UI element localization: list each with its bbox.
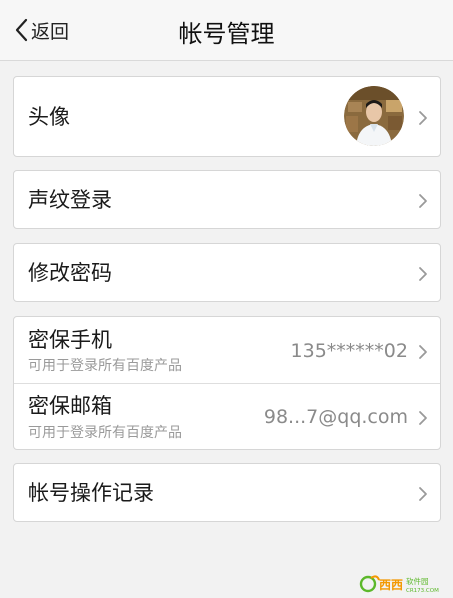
account-log-row[interactable]: 帐号操作记录 xyxy=(14,464,440,521)
voiceprint-login-label: 声纹登录 xyxy=(28,188,112,212)
chevron-right-icon xyxy=(419,194,427,208)
chevron-right-icon xyxy=(419,411,427,425)
voiceprint-card: 声纹登录 xyxy=(13,170,441,229)
navigation-bar: 返回 帐号管理 xyxy=(0,0,453,61)
avatar xyxy=(344,86,404,146)
security-email-row[interactable]: 密保邮箱 可用于登录所有百度产品 98...7@qq.com xyxy=(14,384,440,451)
security-phone-label: 密保手机 xyxy=(28,328,112,352)
security-email-label: 密保邮箱 xyxy=(28,394,112,418)
change-password-row[interactable]: 修改密码 xyxy=(14,244,440,301)
account-log-card: 帐号操作记录 xyxy=(13,463,441,522)
account-log-label: 帐号操作记录 xyxy=(28,481,154,505)
chevron-right-icon xyxy=(419,345,427,359)
security-email-value: 98...7@qq.com xyxy=(263,406,408,428)
chevron-right-icon xyxy=(419,111,427,125)
avatar-card: 头像 xyxy=(13,76,441,157)
avatar-row[interactable]: 头像 xyxy=(14,77,440,156)
change-password-card: 修改密码 xyxy=(13,243,441,302)
voiceprint-login-row[interactable]: 声纹登录 xyxy=(14,171,440,228)
watermark-brand: 西西 xyxy=(379,578,403,592)
watermark-tag: 软件园 xyxy=(406,576,429,586)
security-email-sublabel: 可用于登录所有百度产品 xyxy=(28,425,182,441)
avatar-row-label: 头像 xyxy=(28,105,70,129)
security-group-card: 密保手机 可用于登录所有百度产品 135******02 密保邮箱 可用于登录所… xyxy=(13,316,441,450)
security-phone-row[interactable]: 密保手机 可用于登录所有百度产品 135******02 xyxy=(14,317,440,384)
security-phone-value: 135******02 xyxy=(290,340,408,362)
page-title: 帐号管理 xyxy=(178,20,275,48)
watermark-url: CR173.COM xyxy=(406,588,439,594)
chevron-right-icon xyxy=(419,267,427,281)
security-phone-sublabel: 可用于登录所有百度产品 xyxy=(28,358,182,374)
change-password-label: 修改密码 xyxy=(28,261,112,285)
watermark-logo: 西西 软件园 CR173.COM xyxy=(359,574,447,594)
chevron-right-icon xyxy=(419,487,427,501)
